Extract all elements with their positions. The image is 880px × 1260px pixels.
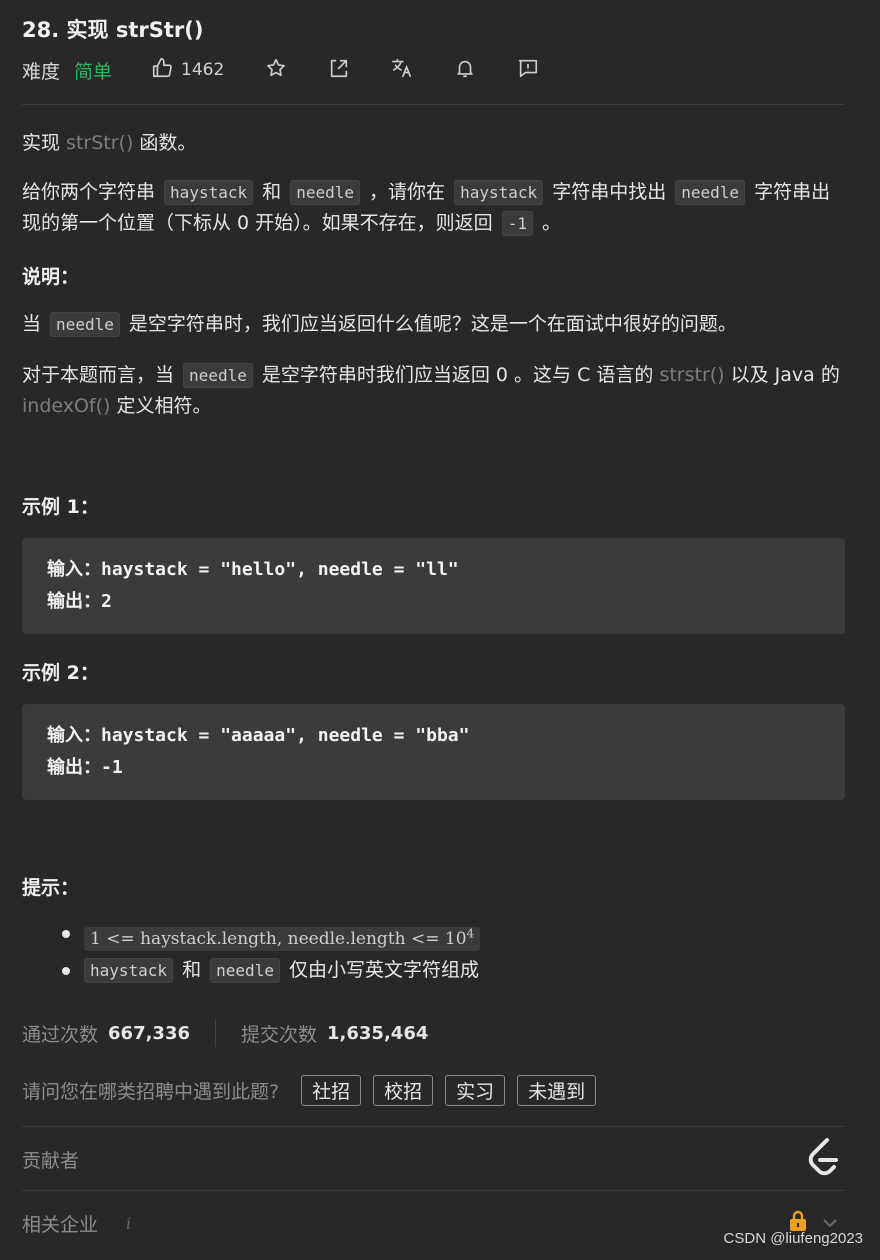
text: 对于本题而言，当 (22, 364, 181, 386)
share-button[interactable] (328, 57, 350, 83)
example-1-output: 输出：2 (47, 591, 112, 612)
recruit-question: 请问您在哪类招聘中遇到此题? (22, 1081, 280, 1103)
example-1-heading: 示例 1： (22, 496, 99, 518)
note-paragraph-2: 对于本题而言，当 needle 是空字符串时我们应当返回 0 。这与 C 语言的… (22, 360, 842, 422)
stats-divider (215, 1019, 216, 1047)
share-icon (328, 57, 350, 83)
example-2-heading: 示例 2： (22, 662, 99, 684)
feedback-button[interactable] (517, 57, 539, 83)
translate-icon (391, 57, 413, 83)
submitted-label: 提交次数 (241, 1023, 318, 1046)
contributors-label: 贡献者 (22, 1150, 80, 1172)
text: 和 (176, 958, 208, 981)
accepted-count: 667,336 (108, 1022, 190, 1044)
leetcode-logo-icon[interactable] (805, 1136, 845, 1180)
description-intro: 实现 strStr() 函数。 (22, 128, 842, 159)
inline-code: haystack (84, 957, 174, 983)
text: 函数。 (133, 132, 197, 154)
inline-function: strStr() (66, 132, 134, 154)
inline-code: needle (675, 180, 746, 205)
inline-function: indexOf() (22, 395, 111, 417)
note-heading: 说明： (22, 266, 80, 288)
like-button[interactable]: 1462 (151, 57, 224, 83)
divider (22, 104, 845, 105)
difficulty-label: 难度 (22, 60, 61, 83)
thumbs-up-icon (151, 57, 173, 83)
text: 实现 (22, 132, 67, 154)
difficulty-badge: 简单 (74, 60, 113, 83)
inline-code: needle (50, 312, 120, 337)
text: 定义相符。 (110, 395, 212, 417)
inline-code: needle (183, 363, 253, 388)
related-companies-label: 相关企业 (22, 1214, 99, 1236)
divider (22, 1190, 845, 1191)
hints-heading: 提示： (22, 877, 80, 899)
info-icon[interactable]: i (126, 1214, 131, 1233)
inline-code: needle (290, 180, 360, 205)
inline-code: haystack (164, 180, 254, 205)
hints-list: 1 <= haystack.length, needle.length <= 1… (22, 918, 481, 986)
tag-not-encountered[interactable]: 未遇到 (517, 1075, 597, 1106)
feedback-icon (517, 57, 539, 83)
like-count: 1462 (181, 60, 225, 80)
example-2-input: 输入：haystack = "aaaaa", needle = "bba" (47, 725, 470, 746)
example-1-input: 输入：haystack = "hello", needle = "ll" (47, 559, 459, 580)
text: 是空字符串时我们应当返回 0 。这与 C 语言的 (255, 364, 660, 386)
text: 给你两个字符串 (22, 181, 162, 203)
text: 是空字符串时，我们应当返回什么值呢？这是一个在面试中很好的问题。 (122, 313, 737, 335)
text: 以及 Java 的 (724, 364, 840, 386)
example-1-block: 输入：haystack = "hello", needle = "ll" 输出：… (22, 538, 845, 634)
text: 当 (22, 313, 48, 335)
note-paragraph-1: 当 needle 是空字符串时，我们应当返回什么值呢？这是一个在面试中很好的问题… (22, 309, 842, 340)
constraint-text: 1 <= haystack.length, needle.length <= 1… (90, 928, 467, 949)
watermark: CSDN @liufeng2023 (723, 1230, 863, 1247)
problem-title: 28. 实现 strStr() (22, 18, 204, 42)
favorite-button[interactable] (265, 57, 287, 83)
submission-stats: 通过次数 667,336 提交次数 1,635,464 (22, 1018, 428, 1048)
constraint-code: 1 <= haystack.length, needle.length <= 1… (84, 926, 481, 951)
text: ，请你在 (363, 181, 452, 203)
inline-code: -1 (501, 211, 533, 236)
inline-code: haystack (454, 180, 544, 205)
tag-internship[interactable]: 实习 (445, 1075, 506, 1106)
star-icon (265, 57, 287, 83)
accepted-label: 通过次数 (22, 1023, 99, 1046)
text: 字符串中找出 (546, 181, 673, 203)
inline-function: strstr() (659, 364, 725, 386)
bell-icon (454, 57, 476, 83)
problem-toolbar: 难度 简单 1462 (22, 56, 539, 84)
tag-campus-recruit[interactable]: 校招 (373, 1075, 434, 1106)
text: 仅由小写英文字符组成 (282, 958, 479, 981)
hint-item: haystack 和 needle 仅由小写英文字符组成 (61, 955, 480, 986)
text: 和 (256, 181, 288, 203)
recruit-question-row: 请问您在哪类招聘中遇到此题? 社招 校招 实习 未遇到 (22, 1075, 608, 1106)
submitted-count: 1,635,464 (327, 1022, 429, 1044)
example-2-block: 输入：haystack = "aaaaa", needle = "bba" 输出… (22, 704, 845, 800)
text: 。 (535, 212, 562, 234)
description-task: 给你两个字符串 haystack 和 needle ，请你在 haystack … (22, 177, 842, 239)
translate-button[interactable] (391, 57, 413, 83)
example-2-output: 输出：-1 (47, 757, 123, 778)
constraint-exponent: 4 (466, 926, 475, 940)
notify-button[interactable] (454, 57, 476, 83)
hint-item: 1 <= haystack.length, needle.length <= 1… (61, 918, 481, 955)
inline-code: needle (210, 957, 280, 983)
divider (22, 1126, 845, 1127)
tag-social-recruit[interactable]: 社招 (301, 1075, 362, 1106)
